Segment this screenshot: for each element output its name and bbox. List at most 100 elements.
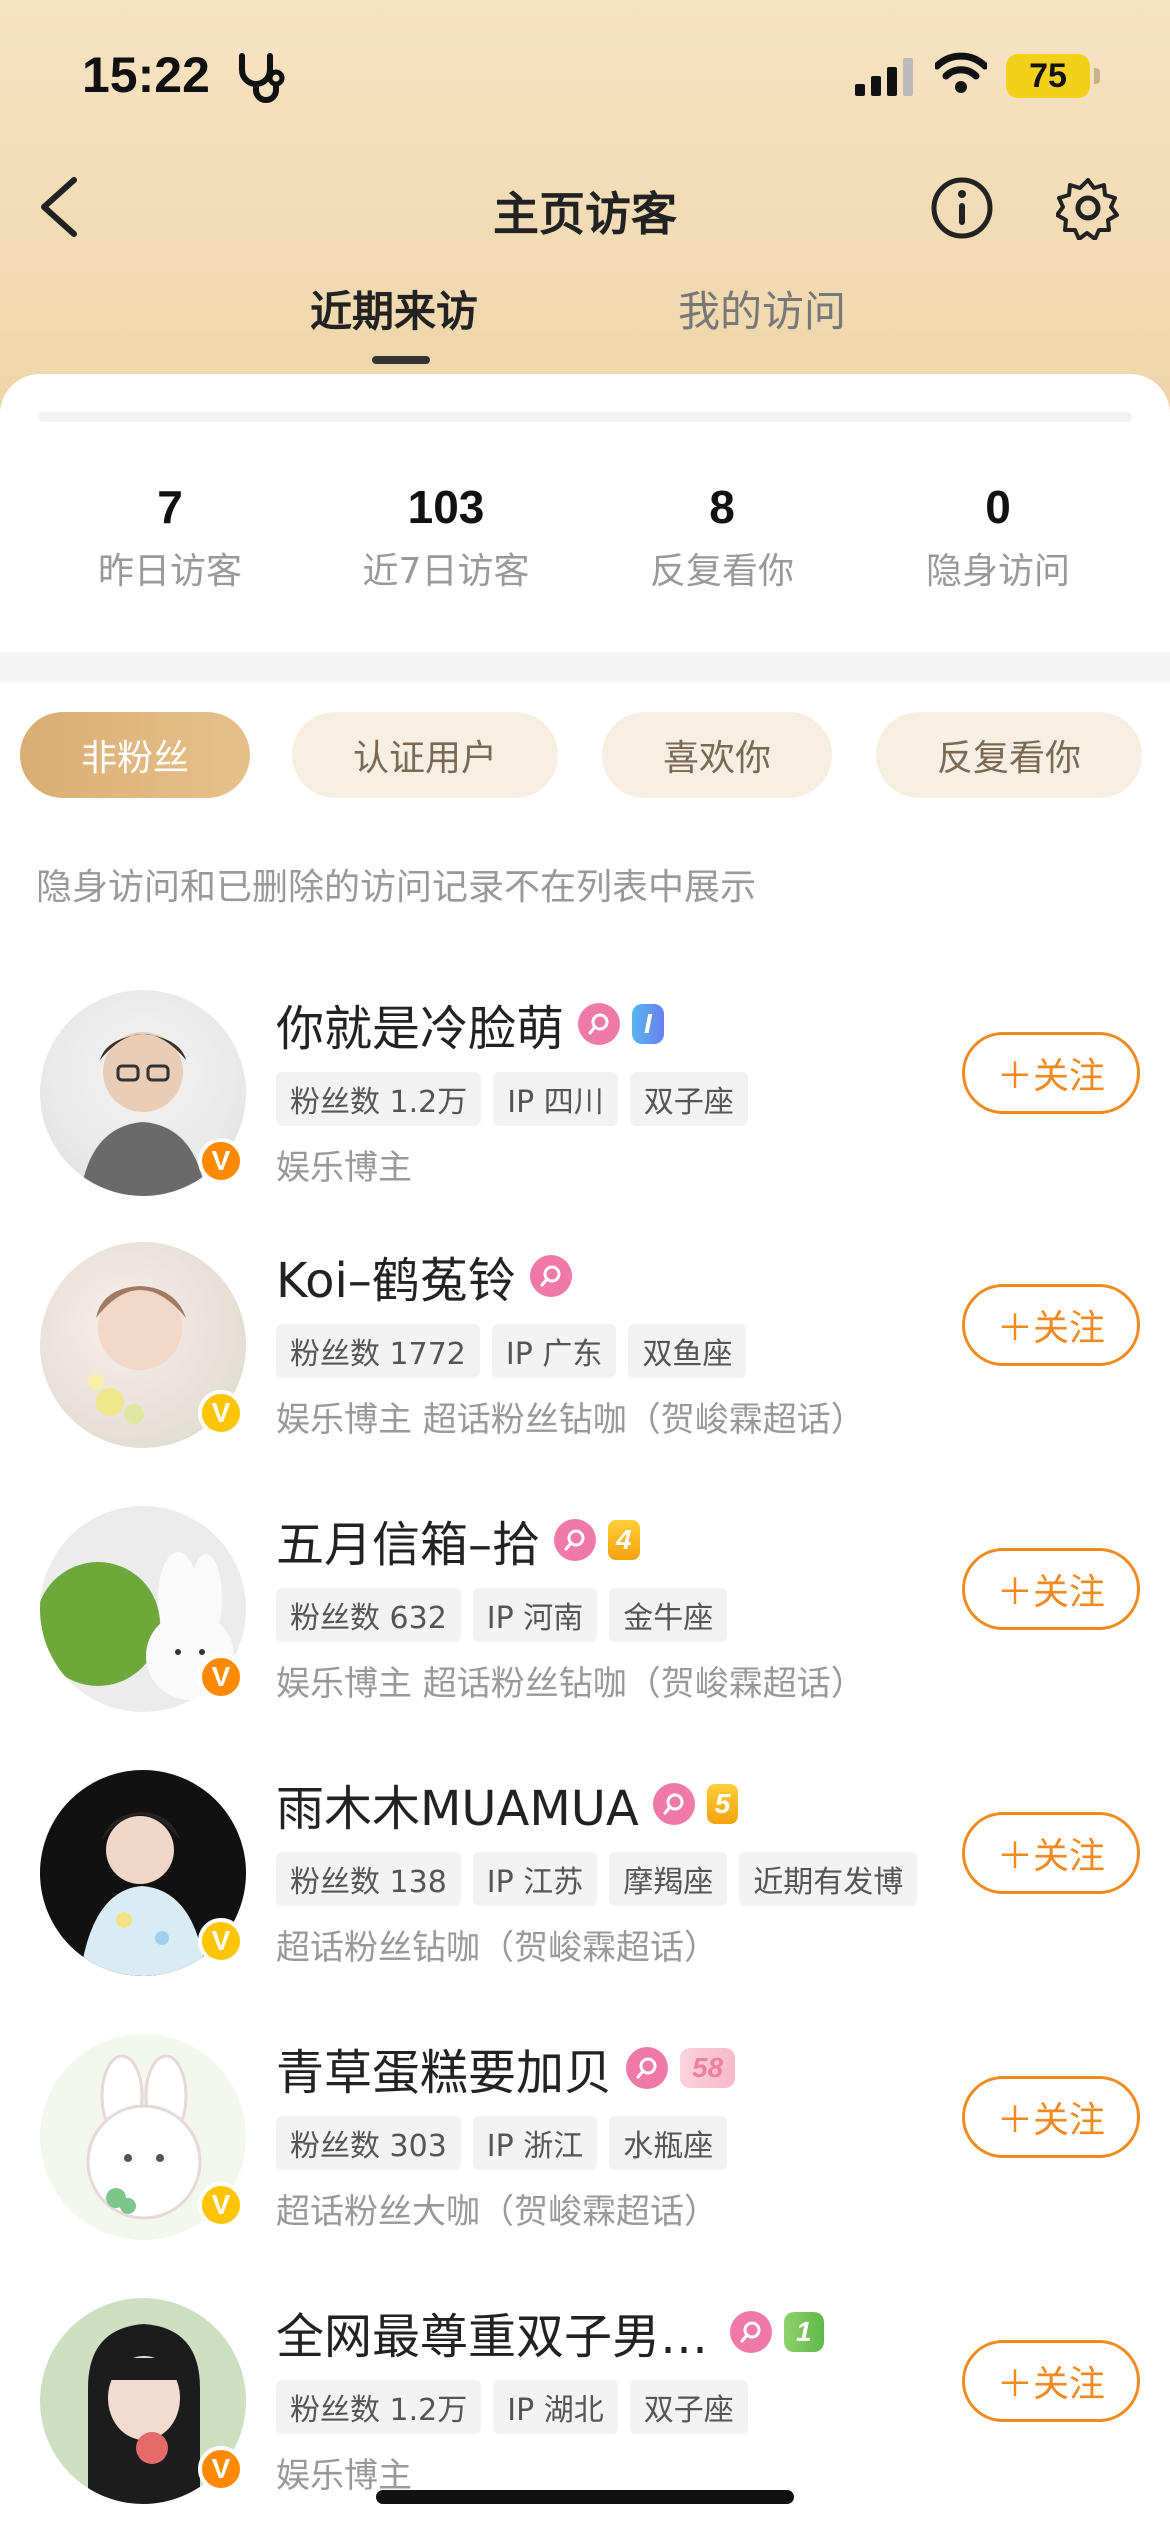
visitor-row[interactable]: V Koi–鹤菟铃 粉丝数 1772 IP 广东 双鱼座 娱乐博主 超话粉丝钻咖… — [0, 1242, 1170, 1472]
follow-button[interactable]: ＋关注 — [962, 1548, 1140, 1630]
settings-button[interactable] — [1055, 176, 1120, 244]
level-badge-icon: I — [632, 1004, 664, 1044]
visitor-row[interactable]: V 雨木木MUAMUA 5 粉丝数 138 IP 江苏 摩羯座 近期有发博 超话… — [0, 1770, 1170, 2000]
stat-label: 隐身访问 — [925, 551, 1070, 592]
tag: IP 广东 — [491, 1324, 617, 1378]
card-top-strip — [38, 412, 1132, 422]
tab-my-visits[interactable]: 我的访问 — [678, 282, 846, 342]
follow-button[interactable]: ＋关注 — [962, 1032, 1140, 1114]
stat-value: 7 — [157, 481, 183, 533]
visitor-description: 超话粉丝大咖（贺峻霖超话） — [276, 2192, 718, 2232]
status-bar: 15:22 75 — [0, 0, 1170, 150]
filter-verified-users[interactable]: 认证用户 — [292, 712, 558, 798]
crown-level-badge-icon: 5 — [706, 1784, 739, 1824]
tag: 粉丝数 138 — [276, 1852, 461, 1906]
tag: 摩羯座 — [609, 1852, 728, 1906]
panda-level-badge-icon: 1 — [784, 2312, 824, 2352]
verified-badge-icon: V — [198, 1138, 244, 1184]
verified-badge-icon: V — [198, 2182, 244, 2228]
tag: 双子座 — [629, 2380, 748, 2434]
cellular-signal-icon — [855, 58, 915, 100]
fan-badge-icon — [652, 1783, 695, 1825]
stat-label: 反复看你 — [649, 551, 794, 592]
tag: 近期有发博 — [739, 1852, 918, 1906]
tag: 粉丝数 1772 — [276, 1324, 480, 1378]
follow-button[interactable]: ＋关注 — [962, 1812, 1140, 1894]
tag: IP 四川 — [493, 1072, 618, 1126]
verified-badge-icon: V — [198, 1390, 244, 1436]
stat-repeat-views[interactable]: 8 反复看你 — [592, 480, 852, 594]
tag: 粉丝数 632 — [276, 1588, 461, 1642]
tag-list: 粉丝数 1.2万 IP 湖北 双子座 — [276, 2380, 760, 2434]
tag-list: 粉丝数 138 IP 江苏 摩羯座 近期有发博 — [276, 1852, 929, 1906]
visitor-row[interactable]: V 五月信箱–拾 4 粉丝数 632 IP 河南 金牛座 娱乐博主 超话粉丝钻咖… — [0, 1506, 1170, 1736]
tab-recent-visits[interactable]: 近期来访 — [310, 282, 478, 342]
stat-last-7-days[interactable]: 103 近7日访客 — [316, 480, 576, 594]
fan-badge-icon — [626, 2047, 669, 2089]
visitor-name[interactable]: 青草蛋糕要加贝 — [276, 2033, 612, 2103]
level-badge-icon: 58 — [680, 2048, 736, 2088]
tag: IP 河南 — [472, 1588, 598, 1642]
visitor-description: 娱乐博主 超话粉丝钻咖（贺峻霖超话） — [276, 1400, 865, 1440]
stat-value: 8 — [709, 481, 735, 533]
visitor-stats: 7 昨日访客 103 近7日访客 8 反复看你 0 隐身访问 — [0, 480, 1170, 610]
tag-list: 粉丝数 1.2万 IP 四川 双子座 — [276, 1072, 760, 1126]
visitor-row[interactable]: V 你就是冷脸萌 I 粉丝数 1.2万 IP 四川 双子座 娱乐博主 ＋关注 — [0, 990, 1170, 1220]
visitor-name[interactable]: 五月信箱–拾 — [276, 1505, 540, 1575]
tag: 双鱼座 — [628, 1324, 747, 1378]
tag-list: 粉丝数 632 IP 河南 金牛座 — [276, 1588, 739, 1642]
stat-yesterday[interactable]: 7 昨日访客 — [40, 480, 300, 594]
visitor-description: 超话粉丝钻咖（贺峻霖超话） — [276, 1928, 718, 1968]
filter-non-fans[interactable]: 非粉丝 — [20, 712, 250, 798]
follow-button[interactable]: ＋关注 — [962, 1284, 1140, 1366]
battery-indicator: 75 — [1006, 54, 1100, 98]
stat-label: 昨日访客 — [97, 551, 242, 592]
verified-badge-icon: V — [198, 1918, 244, 1964]
follow-button[interactable]: ＋关注 — [962, 2076, 1140, 2158]
tag: 金牛座 — [609, 1588, 728, 1642]
tag-list: 粉丝数 1772 IP 广东 双鱼座 — [276, 1324, 758, 1378]
tag: 双子座 — [629, 1072, 748, 1126]
fan-badge-icon — [578, 1003, 621, 1045]
visitor-row[interactable]: V 青草蛋糕要加贝 58 粉丝数 303 IP 浙江 水瓶座 超话粉丝大咖（贺峻… — [0, 2034, 1170, 2264]
filter-likes-you[interactable]: 喜欢你 — [602, 712, 832, 798]
stat-value: 103 — [407, 481, 485, 533]
crown-level-badge-icon: 4 — [608, 1520, 640, 1560]
status-time: 15:22 — [82, 47, 210, 103]
stat-label: 近7日访客 — [362, 551, 530, 592]
name-row: 你就是冷脸萌 I — [276, 989, 664, 1059]
verified-badge-icon: V — [198, 2446, 244, 2492]
home-indicator[interactable] — [376, 2490, 794, 2504]
visitor-name[interactable]: 雨木木MUAMUA — [276, 1769, 639, 1839]
gear-icon — [1055, 178, 1119, 241]
visitor-name[interactable]: 你就是冷脸萌 — [276, 989, 564, 1059]
tag: IP 江苏 — [472, 1852, 598, 1906]
visitor-name[interactable]: 全网最尊重双子男… — [276, 2297, 708, 2367]
page-title: 主页访客 — [493, 187, 677, 241]
list-hint-text: 隐身访问和已删除的访问记录不在列表中展示 — [36, 867, 757, 908]
visitor-name[interactable]: Koi–鹤菟铃 — [276, 1241, 516, 1311]
name-row: 五月信箱–拾 4 — [276, 1505, 640, 1575]
info-icon — [931, 177, 993, 239]
verified-badge-icon: V — [198, 1654, 244, 1700]
tag: 粉丝数 1.2万 — [276, 1072, 482, 1126]
tag: 粉丝数 303 — [276, 2116, 461, 2170]
visitor-description: 娱乐博主 超话粉丝钻咖（贺峻霖超话） — [276, 1664, 865, 1704]
info-button[interactable] — [930, 176, 994, 244]
visitor-description: 娱乐博主 — [276, 1148, 412, 1188]
name-row: 全网最尊重双子男… 1 — [276, 2297, 824, 2367]
filter-repeat-viewers[interactable]: 反复看你 — [876, 712, 1142, 798]
tag: IP 湖北 — [493, 2380, 618, 2434]
stat-value: 0 — [985, 481, 1011, 533]
fan-badge-icon — [730, 2311, 773, 2353]
fan-badge-icon — [554, 1519, 597, 1561]
section-divider — [0, 652, 1170, 682]
tag: 水瓶座 — [609, 2116, 728, 2170]
tag: 粉丝数 1.2万 — [276, 2380, 482, 2434]
stat-hidden-visits[interactable]: 0 隐身访问 — [868, 480, 1128, 594]
follow-button[interactable]: ＋关注 — [962, 2340, 1140, 2422]
active-tab-indicator — [372, 356, 430, 364]
name-row: 青草蛋糕要加贝 58 — [276, 2033, 736, 2103]
stethoscope-icon — [236, 52, 292, 108]
fan-badge-icon — [529, 1255, 572, 1297]
